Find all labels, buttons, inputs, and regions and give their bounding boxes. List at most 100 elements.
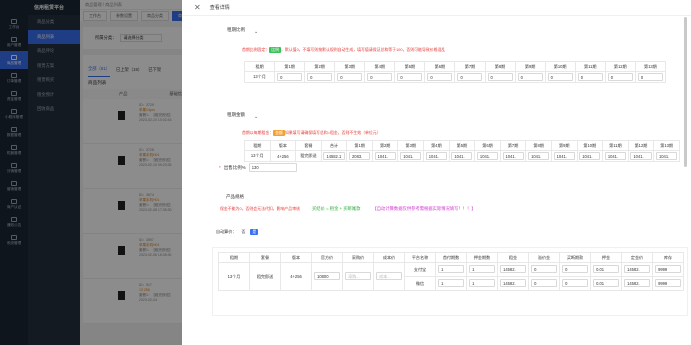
table-cell: 0 — [634, 71, 667, 83]
auto-price-row: 自动算价： 否 是 — [216, 229, 259, 235]
app-root: 工作台 用户管理 商品管理 订单管理 资金管理 小程序管理 数据管理 机器管理 分销管理 营销管理… — [0, 0, 691, 345]
rent-amount-tip-rest: 如果填写请确保填写总和=租金，否则不生效（单位元） — [284, 130, 381, 135]
ratio-input[interactable]: 0 — [607, 72, 633, 81]
rent-input[interactable]: 14582. — [500, 279, 526, 287]
rent-input[interactable]: 14582. — [500, 265, 526, 273]
first-input[interactable]: 1 — [438, 279, 464, 287]
table-header-cell: 租期 — [244, 140, 271, 151]
table-cell: 1041. — [627, 150, 655, 162]
table-cell: 0 — [528, 276, 560, 291]
ratio-input[interactable]: 0 — [577, 72, 603, 81]
amount-input[interactable]: 1041. — [579, 151, 601, 160]
table-header-cell: 第1期 — [346, 140, 373, 151]
ratio-input[interactable]: 0 — [517, 72, 543, 81]
table-cell: 1 — [466, 262, 498, 277]
table-cell: 0.01 — [590, 262, 622, 277]
ratio-input[interactable]: 0 — [457, 72, 483, 81]
stock-input[interactable]: 9999 — [655, 279, 681, 287]
buyout-input[interactable]: 0 — [562, 265, 588, 273]
first-input[interactable]: 1 — [438, 265, 464, 273]
ratio-input[interactable]: 0 — [547, 72, 573, 81]
ratio-input[interactable]: 0 — [277, 72, 303, 81]
auto-price-yes-button[interactable]: 是 — [250, 229, 259, 235]
table-cell: 14582.1 — [320, 150, 348, 162]
table-cell: 1041. — [653, 150, 680, 162]
table-header-cell: 第4期 — [423, 140, 450, 151]
table-header-cell: 押金 — [590, 252, 622, 263]
table-cell: 0 — [544, 71, 576, 83]
table-header-cell: 租期 — [218, 252, 250, 263]
close-icon[interactable]: ✕ — [194, 3, 201, 12]
table-header-cell: 第6期 — [424, 61, 456, 72]
price-input[interactable]: 14582. — [624, 265, 650, 273]
chevron-down-icon[interactable]: ⌄ — [254, 29, 258, 35]
table-header-cell: 第9期 — [514, 61, 546, 72]
table-header-cell: 第13期 — [653, 140, 680, 151]
deposit-input[interactable]: 0.01 — [593, 279, 619, 287]
table-header-cell: 第7期 — [454, 61, 486, 72]
table-cell: 0 — [484, 71, 516, 83]
amount-input[interactable]: 2083. — [349, 151, 371, 160]
spec-tip: 保金不能为0，否则会无法代扣，影响产品审核 — [220, 206, 300, 211]
amount-input[interactable]: 1041. — [655, 151, 678, 160]
ratio-input[interactable]: 0 — [397, 72, 423, 81]
amount-input[interactable]: 1041. — [502, 151, 524, 160]
table-header-cell: 第12期 — [604, 61, 636, 72]
table-header-cell: 版本 — [269, 140, 297, 151]
ratio-input[interactable]: 0 — [487, 72, 513, 81]
total-input[interactable]: 14582.1 — [323, 151, 345, 160]
official-cell: 10800 — [311, 262, 343, 291]
table-header-cell: 采购价 — [342, 252, 374, 263]
deposit-input[interactable]: 0.01 — [593, 265, 619, 273]
official-price-input[interactable]: 10800 — [314, 272, 340, 280]
table-cell: 0 — [334, 71, 366, 83]
deposit-terms-input[interactable]: 1 — [469, 279, 495, 287]
table-cell: 1 — [435, 276, 467, 291]
ratio-input[interactable]: 0 — [427, 72, 453, 81]
table-header-cell: 买断期款 — [559, 252, 591, 263]
amount-input[interactable]: 1041. — [374, 151, 396, 160]
amount-input[interactable]: 1041. — [425, 151, 447, 160]
table-header-cell: 第11期 — [574, 61, 606, 72]
ratio-input[interactable]: 0 — [637, 72, 663, 81]
ratio-input[interactable]: 0 — [337, 72, 363, 81]
deposit-terms-input[interactable]: 1 — [469, 265, 495, 273]
amount-input[interactable]: 1041. — [451, 151, 473, 160]
table-header-cell: 成本价 — [373, 252, 405, 263]
scrollbar[interactable] — [684, 17, 687, 167]
table-header-cell: 第9期 — [550, 140, 578, 151]
table-header-cell: 第5期 — [448, 140, 476, 151]
auto-price-no-button[interactable]: 否 — [239, 229, 247, 235]
detail-drawer: ✕ 查看详情 租期比例 ⌄ 首期比例固定： 比例 ，默认值0，不填写则按默认规则自动… — [182, 0, 691, 345]
chevron-down-icon[interactable]: ⌄ — [254, 114, 258, 120]
drawer-title: 查看详情 — [209, 5, 230, 11]
price-input[interactable]: 14582. — [624, 279, 650, 287]
table-cell: 9999 — [652, 262, 684, 277]
table-cell: 1041. — [550, 150, 578, 162]
table-cell: 0 — [304, 71, 336, 83]
purchase-price-input[interactable]: 采购... — [345, 272, 371, 280]
table-cell: 0 — [274, 71, 306, 83]
premium-input[interactable]: 0 — [531, 279, 557, 287]
cost-price-input[interactable]: 成本... — [376, 272, 402, 280]
amount-input[interactable]: 1041. — [476, 151, 499, 160]
premium-input[interactable]: 0 — [531, 265, 557, 273]
table-header-cell: 第5期 — [394, 61, 426, 72]
amount-input[interactable]: 1041. — [630, 151, 652, 160]
amount-input[interactable]: 1041. — [604, 151, 626, 160]
buyout-input[interactable]: 0 — [562, 279, 588, 287]
sell-ratio-input[interactable]: 130 — [248, 163, 297, 172]
table-header-cell: 第2期 — [304, 61, 336, 72]
amount-input[interactable]: 1041. — [400, 151, 422, 160]
table-cell: 1041. — [423, 150, 450, 162]
stock-input[interactable]: 9999 — [655, 265, 681, 273]
table-cell: 1 — [466, 276, 498, 291]
ratio-input[interactable]: 0 — [367, 72, 393, 81]
table-header-cell: 第2期 — [371, 140, 399, 151]
ratio-input[interactable]: 0 — [307, 72, 333, 81]
plan-cell: 租完即送 — [295, 150, 322, 162]
amount-tag: 金额 — [273, 130, 285, 136]
table-cell: 14582. — [497, 262, 529, 277]
amount-input[interactable]: 1041. — [553, 151, 575, 160]
amount-input[interactable]: 1041. — [528, 151, 550, 160]
